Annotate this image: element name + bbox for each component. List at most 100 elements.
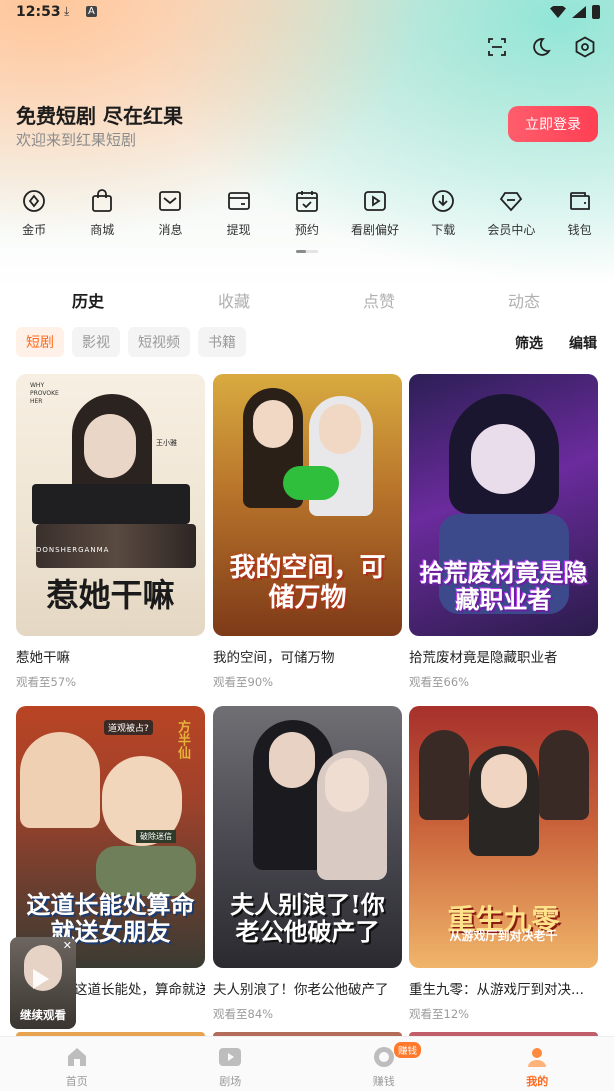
- settings-icon[interactable]: [574, 36, 596, 58]
- content-tabs: 历史 收藏 点赞 动态: [0, 288, 614, 312]
- watch-progress: 观看至90%: [213, 675, 274, 689]
- cover-actor: 王小雅: [156, 439, 177, 447]
- quick-item-coins[interactable]: 金币: [0, 188, 68, 238]
- quick-item-download[interactable]: 下载: [409, 188, 477, 238]
- nav-label: 首页: [65, 1075, 88, 1088]
- quick-item-label: 看剧偏好: [351, 223, 400, 237]
- quick-item-label: 商城: [90, 223, 115, 237]
- drama-card[interactable]: WHY PROVOKE HER 王小雅 DONSHERGANMA 惹她干嘛 惹她…: [16, 374, 205, 690]
- status-time: 12:53: [16, 4, 61, 20]
- tab-likes[interactable]: 点赞: [344, 288, 414, 312]
- top-actions: [486, 36, 596, 58]
- watch-progress: 观看至84%: [213, 1007, 274, 1021]
- drama-title: 夫人别浪了！你老公他破产了: [213, 982, 389, 998]
- quick-item-messages[interactable]: 消息: [136, 188, 204, 238]
- edit-button[interactable]: 编辑: [569, 333, 597, 353]
- login-button[interactable]: 立即登录: [508, 106, 598, 142]
- cover-face: [84, 414, 136, 478]
- chip-film-tv[interactable]: 影视: [72, 327, 120, 357]
- quick-item-label: 预约: [294, 223, 319, 237]
- cover-figure: [20, 732, 100, 828]
- quick-menu: 金币 商城 消息 提现 预约 看剧偏好 下载 会员中心 钱包: [0, 188, 614, 238]
- cover-title: 拾荒废材竟是隐藏职业者: [419, 557, 588, 615]
- status-bar: 12:53 ⤓ A: [0, 0, 614, 26]
- watch-progress: 观看至12%: [409, 1007, 470, 1021]
- signal-icon: [572, 6, 586, 18]
- cover-subtitle: 从游戏厅到对决老千: [449, 929, 558, 943]
- shopping-bag-icon: [89, 188, 115, 213]
- app-notification-icon: A: [86, 6, 97, 17]
- nav-theater[interactable]: 剧场: [154, 1037, 308, 1091]
- quick-item-label: 会员中心: [487, 223, 536, 237]
- chip-short-drama[interactable]: 短剧: [16, 327, 64, 357]
- quick-item-preference[interactable]: 看剧偏好: [341, 188, 409, 238]
- nav-label: 我的: [526, 1075, 549, 1088]
- quick-item-vip[interactable]: 会员中心: [477, 188, 545, 238]
- drama-cover: 我的空间，可储万物: [213, 374, 402, 636]
- cover-tagline: 道观被占?: [104, 720, 153, 735]
- category-chips: 短剧 影视 短视频 书籍: [16, 327, 246, 357]
- diamond-icon: [498, 188, 524, 213]
- nav-earn[interactable]: 赚钱 赚钱: [307, 1037, 461, 1091]
- tab-history[interactable]: 历史: [53, 288, 123, 312]
- quick-item-mall[interactable]: 商城: [68, 188, 136, 238]
- cover-title: 我的空间，可储万物: [229, 553, 386, 614]
- earn-icon: [372, 1045, 396, 1069]
- drama-cover: 拾荒废材竟是隐藏职业者: [409, 374, 598, 636]
- quick-item-withdraw[interactable]: 提现: [205, 188, 273, 238]
- chip-short-video[interactable]: 短视频: [128, 327, 190, 357]
- nav-home[interactable]: 首页: [0, 1037, 154, 1091]
- drama-card[interactable]: 拾荒废材竟是隐藏职业者 拾荒废材竟是隐藏职业者 观看至66%: [409, 374, 598, 690]
- watch-progress: 观看至66%: [409, 675, 470, 689]
- cover-figure: [419, 730, 469, 820]
- drama-cover: WHY PROVOKE HER 王小雅 DONSHERGANMA 惹她干嘛: [16, 374, 205, 636]
- coin-icon: [21, 188, 47, 213]
- cover-treasure: [283, 466, 339, 500]
- quick-menu-pager: [296, 250, 318, 253]
- drama-card[interactable]: 夫人别浪了!你老公他破产了 夫人别浪了！你老公他破产了 观看至84%: [213, 706, 402, 1022]
- earn-badge: 赚钱: [394, 1042, 422, 1058]
- close-icon[interactable]: ✕: [63, 939, 72, 952]
- drama-card[interactable]: 重生九零 从游戏厅到对决老千 重生九零：从游戏厅到对决... 观看至12%: [409, 706, 598, 1022]
- download-status-icon: ⤓: [64, 4, 70, 18]
- drama-cover: 重生九零 从游戏厅到对决老千: [409, 706, 598, 968]
- welcome-text: 欢迎来到红果短剧: [16, 131, 137, 149]
- cover-caption: DONSHERGANMA: [36, 546, 110, 554]
- home-icon: [65, 1045, 89, 1069]
- quick-item-label: 下载: [431, 223, 456, 237]
- scan-icon[interactable]: [486, 36, 508, 58]
- filter-button[interactable]: 筛选: [515, 333, 543, 353]
- nav-label: 剧场: [219, 1075, 242, 1088]
- wallet-icon: [567, 188, 593, 213]
- continue-watching-player[interactable]: ✕ 继续观看: [10, 937, 76, 1029]
- withdraw-icon: [226, 188, 252, 213]
- bottom-navigation: 首页 剧场 赚钱 赚钱 我的: [0, 1036, 614, 1091]
- moon-icon[interactable]: [530, 36, 552, 58]
- quick-item-label: 消息: [158, 223, 183, 237]
- cover-cast: [32, 484, 190, 524]
- drama-card[interactable]: 我的空间，可储万物 我的空间，可储万物 观看至90%: [213, 374, 402, 690]
- quick-item-wallet[interactable]: 钱包: [546, 188, 614, 238]
- drama-title: 拾荒废材竟是隐藏职业者: [409, 650, 558, 666]
- tab-activity[interactable]: 动态: [489, 288, 559, 312]
- nav-label: 赚钱: [372, 1075, 395, 1088]
- quick-item-label: 钱包: [567, 223, 592, 237]
- tab-favorites[interactable]: 收藏: [199, 288, 269, 312]
- drama-title: 我的空间，可储万物: [213, 650, 335, 666]
- play-icon: [33, 969, 49, 989]
- theater-icon: [218, 1045, 242, 1069]
- battery-icon: [592, 5, 600, 19]
- download-icon: [430, 188, 456, 213]
- quick-item-label: 金币: [22, 223, 47, 237]
- wifi-icon: [550, 6, 566, 18]
- message-icon: [157, 188, 183, 213]
- nav-profile[interactable]: 我的: [461, 1037, 614, 1091]
- chip-books[interactable]: 书籍: [198, 327, 246, 357]
- drama-title: 重生九零：从游戏厅到对决...: [409, 982, 584, 998]
- drama-cover: 夫人别浪了!你老公他破产了: [213, 706, 402, 968]
- play-preference-icon: [362, 188, 388, 213]
- drama-cover: 道观被占? 方半仙 破除迷信 这道长能处算命就送女朋友: [16, 706, 205, 968]
- watch-progress: 观看至57%: [16, 675, 77, 689]
- quick-item-booking[interactable]: 预约: [273, 188, 341, 238]
- drama-title: 惹她干嘛: [16, 650, 70, 666]
